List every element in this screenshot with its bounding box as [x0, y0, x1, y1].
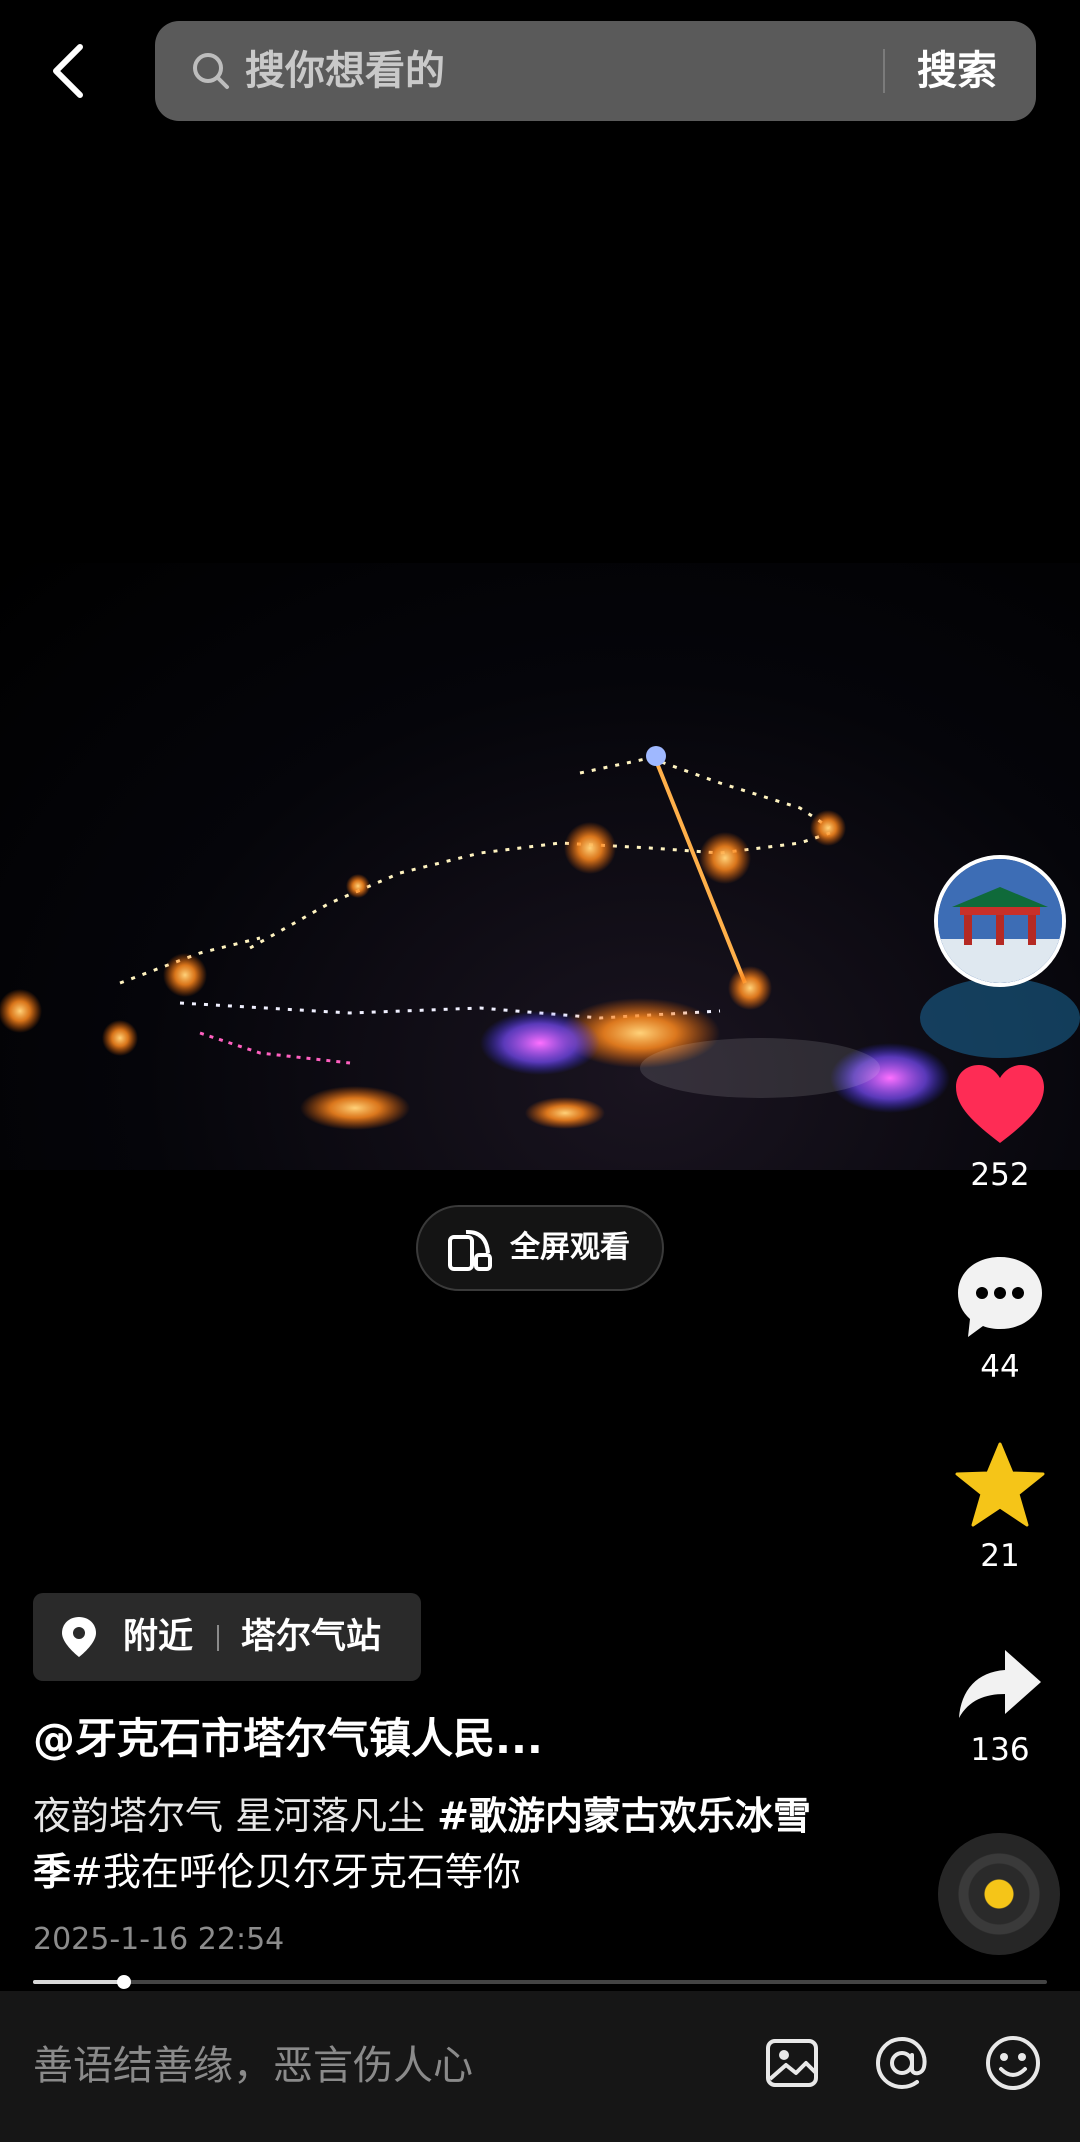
search-button[interactable]: 搜索 — [917, 21, 997, 121]
search-input[interactable]: 搜你想看的 — [245, 21, 445, 121]
location-prefix: 附近 — [123, 1617, 194, 1657]
comment-count: 44 — [980, 1349, 1020, 1385]
rotate-screen-icon — [448, 1229, 492, 1271]
location-name: 塔尔气站 — [241, 1617, 382, 1657]
favorite-count: 21 — [980, 1538, 1020, 1574]
progress-handle[interactable] — [117, 1975, 132, 1989]
fullscreen-label: 全屏观看 — [510, 1230, 630, 1265]
back-button[interactable] — [40, 36, 96, 106]
heart-icon — [956, 1065, 1044, 1143]
author-avatar[interactable] — [934, 855, 1066, 987]
share-count: 136 — [970, 1732, 1030, 1768]
avatar-image — [938, 859, 1062, 983]
like-button[interactable]: 252 — [940, 1063, 1060, 1193]
video-progress-bar[interactable] — [33, 1975, 1047, 1989]
like-count: 252 — [970, 1157, 1030, 1193]
search-divider — [883, 49, 885, 93]
share-icon — [959, 1650, 1041, 1718]
mention-icon[interactable] — [872, 2033, 932, 2093]
video-frame — [0, 746, 1080, 1130]
description-text: 夜韵塔尔气 星河落凡尘 — [33, 1794, 438, 1838]
video-description: 夜韵塔尔气 星河落凡尘 #歌游内蒙古欢乐冰雪季#我在呼伦贝尔牙克石等你 — [33, 1788, 833, 1900]
author-name[interactable]: @牙克石市塔尔气镇人民... — [33, 1705, 543, 1766]
emoji-icon[interactable] — [983, 2033, 1043, 2093]
progress-fill — [33, 1980, 125, 1984]
image-icon[interactable] — [762, 2033, 822, 2093]
comment-input[interactable]: 善语结善缘，恶言伤人心 — [33, 1991, 473, 2142]
search-icon — [193, 53, 229, 89]
chevron-left-icon — [53, 44, 83, 98]
search-bar[interactable]: 搜你想看的 搜索 — [155, 21, 1036, 121]
post-timestamp: 2025-1-16 22:54 — [33, 1922, 285, 1957]
hashtag-link[interactable]: #我在呼伦贝尔牙克石等你 — [71, 1850, 521, 1894]
music-disc-button[interactable] — [938, 1833, 1060, 1955]
location-pin-icon — [62, 1617, 96, 1657]
video-player[interactable] — [0, 563, 1080, 1170]
location-separator — [217, 1625, 219, 1651]
comment-bar: 善语结善缘，恶言伤人心 — [0, 1991, 1080, 2142]
comment-button[interactable]: 44 — [940, 1253, 1060, 1385]
comment-icon — [958, 1257, 1042, 1337]
fullscreen-button[interactable]: 全屏观看 — [416, 1205, 664, 1291]
star-icon — [955, 1442, 1045, 1527]
share-button[interactable]: 136 — [940, 1646, 1060, 1768]
location-chip[interactable]: 附近 塔尔气站 — [33, 1593, 421, 1681]
favorite-button[interactable]: 21 — [940, 1442, 1060, 1574]
